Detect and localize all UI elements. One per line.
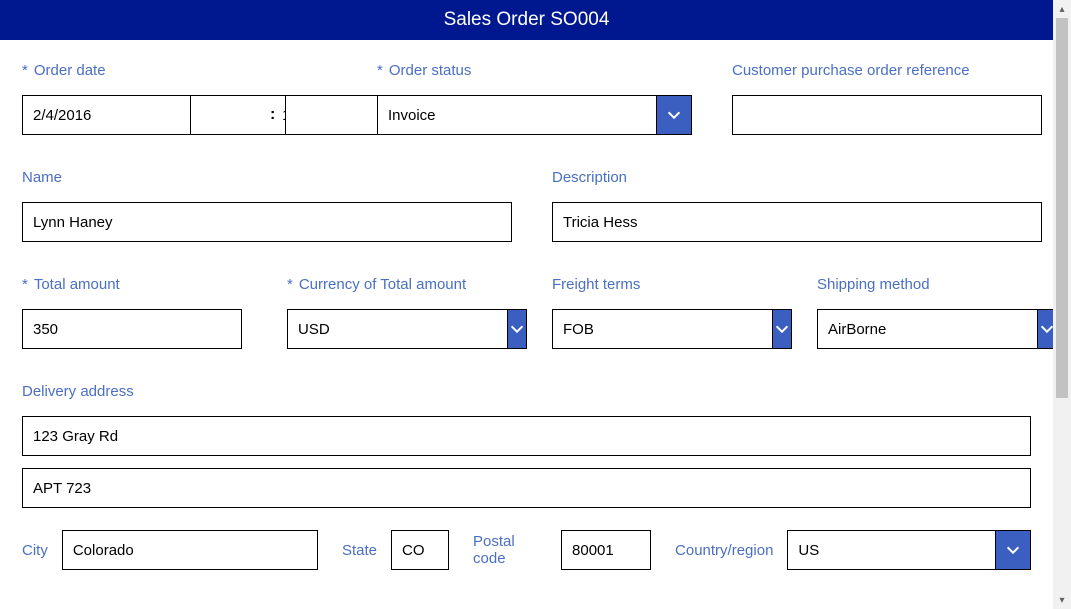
customer-po-label: Customer purchase order reference [732,62,1042,79]
name-input[interactable] [22,202,512,242]
freight-dropdown-button[interactable] [772,309,792,349]
description-input[interactable] [552,202,1042,242]
postal-label: Postal code [473,533,547,567]
currency-dropdown-button[interactable] [507,309,527,349]
scroll-up-arrow-icon[interactable]: ▴ [1053,0,1071,18]
city-input[interactable] [62,530,318,570]
page-title-bar: Sales Order SO004 [0,0,1053,40]
state-input[interactable] [391,530,449,570]
order-date-label: Order date [22,62,355,79]
postal-input[interactable] [561,530,651,570]
state-label: State [342,542,377,559]
form-body: Order date [0,40,1053,609]
name-label: Name [22,169,512,186]
time-separator: : [270,106,275,124]
country-select[interactable] [787,530,995,570]
form-scroll-area[interactable]: Sales Order SO004 Order date [0,0,1053,609]
page-title: Sales Order SO004 [444,9,610,31]
vertical-scrollbar[interactable]: ▴ ▾ [1053,0,1071,609]
order-status-label: Order status [377,62,692,79]
currency-select[interactable] [287,309,507,349]
chevron-down-icon [665,106,683,124]
description-label: Description [552,169,1042,186]
delivery-address-label: Delivery address [22,383,1031,400]
shipping-select[interactable] [817,309,1037,349]
total-amount-label: Total amount [22,276,263,293]
scrollbar-thumb[interactable] [1056,18,1068,398]
customer-po-input[interactable] [732,95,1042,135]
currency-label: Currency of Total amount [287,276,528,293]
chevron-down-icon [508,320,526,338]
chevron-down-icon [773,320,791,338]
freight-label: Freight terms [552,276,793,293]
order-status-dropdown-button[interactable] [656,95,692,135]
country-label: Country/region [675,542,773,559]
city-label: City [22,542,48,559]
shipping-dropdown-button[interactable] [1037,309,1053,349]
scroll-down-arrow-icon[interactable]: ▾ [1053,591,1071,609]
address-line1-input[interactable] [22,416,1031,456]
shipping-label: Shipping method [817,276,1053,293]
address-line2-input[interactable] [22,468,1031,508]
country-dropdown-button[interactable] [995,530,1031,570]
order-status-select[interactable] [377,95,656,135]
total-amount-input[interactable] [22,309,242,349]
chevron-down-icon [1004,541,1022,559]
freight-select[interactable] [552,309,772,349]
chevron-down-icon [1038,320,1053,338]
